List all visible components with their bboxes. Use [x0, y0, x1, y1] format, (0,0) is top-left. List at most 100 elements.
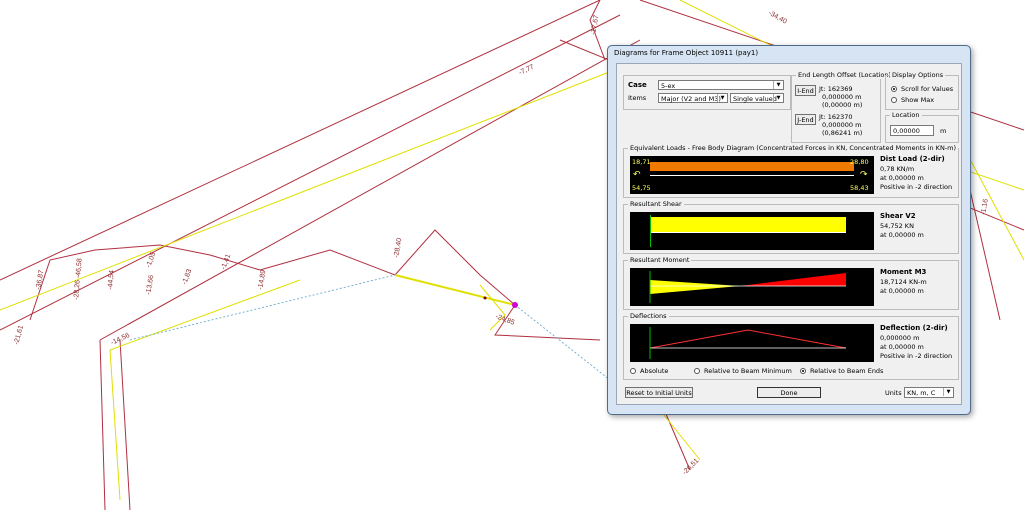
case-label: Case	[628, 81, 647, 89]
dist-load-location: at 0,00000 m	[880, 174, 924, 182]
case-select-value: 5-ex	[661, 82, 676, 90]
shear-diagram	[630, 212, 874, 250]
equivalent-loads-legend: Equivalent Loads - Free Body Diagram (Co…	[628, 144, 959, 152]
moment-group: Resultant Moment Moment M3 18,7124 KN-m …	[623, 256, 959, 310]
relative-min-label: Relative to Beam Minimum	[704, 367, 792, 375]
shear-cursor	[650, 215, 651, 247]
jend-button[interactable]: J-End	[795, 114, 816, 125]
drawing-label: -14,89	[257, 269, 267, 290]
dialog-body: Case 5-ex ▼ Items Major (V2 and M3) ▼ Si…	[616, 63, 962, 405]
case-select[interactable]: 5-ex ▼	[658, 80, 784, 90]
deflection-value: 0,000000 m	[880, 334, 920, 342]
drawing-label: -21,61	[13, 324, 25, 345]
reset-units-button[interactable]: Reset to Initial Units	[625, 387, 693, 398]
equivalent-loads-group: Equivalent Loads - Free Body Diagram (Co…	[623, 144, 959, 198]
moment-title: Moment M3	[880, 268, 927, 276]
chevron-down-icon[interactable]: ▼	[717, 94, 727, 102]
chevron-down-icon[interactable]: ▼	[773, 81, 783, 89]
deflections-group: Deflections Deflection (2-dir) 0,000000 …	[623, 312, 959, 380]
end-offset-group: End Length Offset (Location) I-End Jt: 1…	[791, 71, 894, 143]
drawing-label: -1,83	[181, 268, 193, 285]
items-mode-value: Single valued	[733, 95, 777, 103]
moment-shape	[649, 271, 846, 303]
drawing-label: -34,40	[767, 10, 788, 26]
fbd-left-moment: 18,71	[632, 158, 651, 166]
drawing-label: -1,16	[980, 198, 990, 215]
fbd-left-force: 54,75	[632, 184, 651, 192]
items-mode-select[interactable]: Single valued ▼	[730, 93, 784, 103]
display-options-legend: Display Options	[890, 71, 946, 79]
shear-title: Shear V2	[880, 212, 916, 220]
dist-load-bar	[650, 162, 854, 171]
deflection-diagram	[630, 324, 874, 362]
jend-location: (0,86241 m)	[822, 129, 863, 137]
absolute-radio[interactable]	[630, 368, 636, 374]
jend-joint: Jt: 162370	[819, 113, 853, 121]
chevron-down-icon[interactable]: ▼	[943, 388, 953, 396]
location-group: Location 0,00000 m	[885, 111, 959, 143]
show-max-label: Show Max	[901, 96, 935, 104]
drawing-label: -24,85	[494, 313, 515, 326]
drawing-label: -28,40	[393, 237, 403, 258]
iend-offset: 0,000000 m	[822, 93, 862, 101]
drawing-label: -44,54	[107, 270, 116, 290]
beam-line	[650, 175, 854, 176]
deflection-shape	[649, 327, 847, 359]
dist-load-title: Dist Load (2-dir)	[880, 155, 945, 163]
units-select-value: KN, m, C	[907, 389, 936, 397]
moment-diagram	[630, 268, 874, 306]
diagrams-dialog[interactable]: Diagrams for Frame Object 10911 (pay1) C…	[607, 45, 971, 415]
display-options-group: Display Options Scroll for Values Show M…	[885, 71, 959, 110]
items-select-value: Major (V2 and M3)	[661, 95, 721, 103]
shear-legend: Resultant Shear	[628, 200, 684, 208]
shear-baseline	[650, 232, 846, 233]
chevron-down-icon[interactable]: ▼	[773, 94, 783, 102]
moment-location: at 0,00000 m	[880, 287, 924, 295]
iend-location: (0,00000 m)	[822, 101, 863, 109]
dialog-title: Diagrams for Frame Object 10911 (pay1)	[614, 49, 759, 57]
iend-button[interactable]: I-End	[795, 85, 816, 96]
selected-joint-marker	[512, 302, 518, 308]
drawing-label: -13,66	[145, 274, 155, 295]
shear-location: at 0,00000 m	[880, 231, 924, 239]
moment-legend: Resultant Moment	[628, 256, 692, 264]
free-body-diagram: 18,71 ↶ 54,75 28,80 ↷ 58,43	[630, 156, 874, 194]
deflection-location: at 0,00000 m	[880, 343, 924, 351]
items-label: Items	[628, 94, 647, 102]
right-moment-arrow-icon: ↷	[860, 170, 868, 180]
deflection-direction: Positive in -2 direction	[880, 352, 953, 360]
drawing-label: -1,41	[220, 253, 232, 270]
items-select[interactable]: Major (V2 and M3) ▼	[658, 93, 728, 103]
relative-ends-radio[interactable]	[800, 368, 806, 374]
fbd-right-moment: 28,80	[850, 158, 869, 166]
scroll-values-label: Scroll for Values	[901, 85, 954, 93]
location-unit: m	[940, 127, 947, 135]
units-label: Units	[885, 389, 902, 397]
drawing-label: -1,05	[145, 251, 157, 268]
left-moment-arrow-icon: ↶	[633, 170, 641, 180]
done-button[interactable]: Done	[757, 387, 821, 398]
relative-ends-label: Relative to Beam Ends	[810, 367, 884, 375]
deflections-legend: Deflections	[628, 312, 669, 320]
dist-load-value: 0,78 KN/m	[880, 165, 915, 173]
absolute-label: Absolute	[640, 367, 669, 375]
end-offset-legend: End Length Offset (Location)	[796, 71, 894, 79]
shear-fill	[650, 217, 846, 232]
drawing-label: -26,51	[681, 457, 700, 476]
location-legend: Location	[890, 111, 922, 119]
shear-group: Resultant Shear Shear V2 54,752 KN at 0,…	[623, 200, 959, 254]
case-group: Case 5-ex ▼ Items Major (V2 and M3) ▼ Si…	[623, 75, 791, 110]
jend-offset: 0,000000 m	[822, 121, 862, 129]
fbd-right-force: 58,43	[850, 184, 869, 192]
scroll-values-radio[interactable]	[891, 86, 897, 92]
iend-joint: Jt: 162369	[819, 85, 853, 93]
show-max-radio[interactable]	[891, 97, 897, 103]
shear-value: 54,752 KN	[880, 222, 914, 230]
location-input[interactable]: 0,00000	[890, 125, 934, 136]
relative-min-radio[interactable]	[694, 368, 700, 374]
deflection-title: Deflection (2-dir)	[880, 324, 948, 332]
units-select[interactable]: KN, m, C ▼	[904, 387, 954, 398]
moment-value: 18,7124 KN-m	[880, 278, 927, 286]
dist-load-direction: Positive in -2 direction	[880, 183, 953, 191]
drawing-label: -28,26 -46,58	[73, 258, 84, 300]
